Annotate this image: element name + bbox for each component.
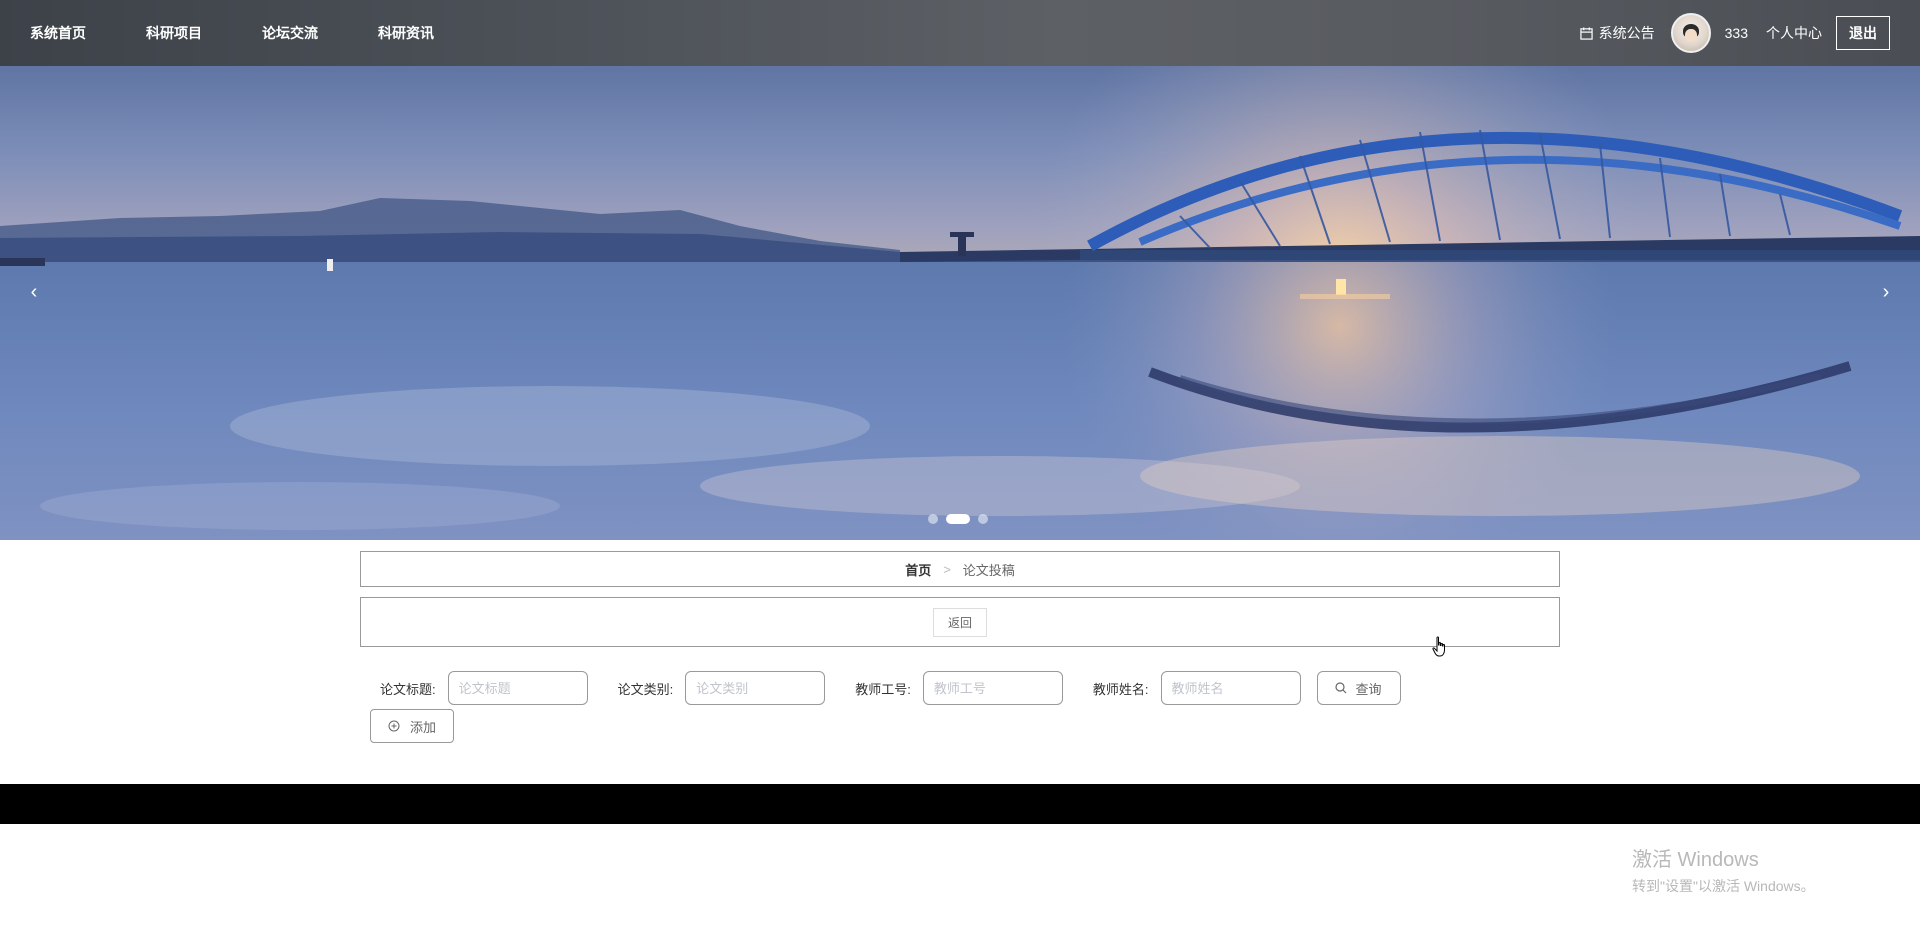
back-button[interactable]: 返回: [932, 607, 987, 637]
back-bar: 返回: [360, 597, 1560, 647]
nav-menu: 系统首页 科研项目 论坛交流 科研资讯: [0, 0, 464, 66]
breadcrumb-current: 论文投稿: [962, 562, 1015, 578]
teacher-name-filter-label: 教师姓名:: [1092, 681, 1149, 697]
nav-item-projects[interactable]: 科研项目: [116, 0, 232, 66]
watermark-title: 激活 Windows: [1632, 849, 1759, 871]
nav-item-news[interactable]: 科研资讯: [348, 0, 464, 66]
personal-center-link[interactable]: 个人中心: [1766, 23, 1822, 43]
title-filter-label: 论文标题:: [380, 681, 436, 697]
username: 333: [1724, 25, 1748, 41]
breadcrumb-separator: >: [943, 561, 951, 577]
calendar-icon: [1579, 26, 1593, 40]
footer-bar: [0, 784, 1920, 824]
hand-cursor-icon: [1432, 636, 1445, 657]
windows-activation-watermark: 激活 Windows 转到"设置"以激活 Windows。: [1632, 843, 1815, 896]
carousel-indicators: [928, 514, 988, 524]
search-icon: [1335, 682, 1347, 694]
avatar[interactable]: [1670, 13, 1711, 53]
logout-button[interactable]: 退出: [1836, 16, 1890, 50]
add-button[interactable]: 添加: [370, 709, 454, 743]
category-filter-input[interactable]: [685, 671, 826, 705]
nav-item-home[interactable]: 系统首页: [0, 0, 116, 66]
add-button-label: 添加: [409, 719, 436, 735]
breadcrumb-home[interactable]: 首页: [905, 560, 931, 579]
system-notice-link[interactable]: 系统公告: [1579, 23, 1655, 43]
teacher-id-filter-label: 教师工号:: [855, 681, 911, 697]
banner-carousel: ‹ ›: [0, 66, 1920, 540]
carousel-dot-3[interactable]: [978, 514, 988, 524]
query-button-label: 查询: [1355, 681, 1382, 697]
top-nav: 系统首页 科研项目 论坛交流 科研资讯 系统公告 333 个人中心 退出: [0, 0, 1920, 66]
teacher-name-filter-input[interactable]: [1160, 671, 1301, 705]
carousel-dot-2[interactable]: [946, 514, 970, 524]
plus-circle-icon: [388, 720, 400, 732]
system-notice-label: 系统公告: [1598, 25, 1655, 41]
nav-item-forum[interactable]: 论坛交流: [232, 0, 348, 66]
carousel-prev-arrow[interactable]: ‹: [24, 281, 44, 304]
query-button[interactable]: 查询: [1316, 671, 1401, 705]
category-filter-label: 论文类别:: [617, 681, 674, 697]
teacher-id-filter-input[interactable]: [922, 671, 1063, 705]
title-filter-input[interactable]: [447, 671, 588, 705]
breadcrumb: 首页 > 论文投稿: [360, 551, 1560, 587]
nav-user-area: 系统公告 333 个人中心 退出: [1579, 0, 1920, 66]
banner-image: [0, 66, 1920, 540]
carousel-next-arrow[interactable]: ›: [1876, 281, 1896, 304]
carousel-dot-1[interactable]: [928, 514, 938, 524]
search-filters: 论文标题: 论文类别: 教师工号: 教师姓名: 查询: [380, 671, 1401, 705]
watermark-subtitle: 转到"设置"以激活 Windows。: [1632, 878, 1815, 894]
